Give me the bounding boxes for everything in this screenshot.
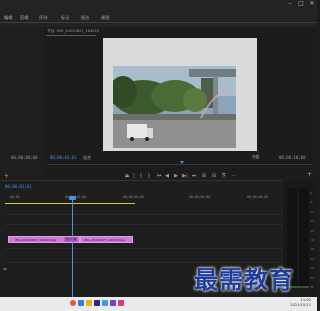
add-button-icon[interactable]: + [307,171,312,178]
menu-sequence[interactable]: 序列 [39,15,47,21]
ruler-tick: 00;00;06;00 [189,195,211,199]
transition-block[interactable]: 交叉溶解 [64,237,78,242]
track-divider [5,214,283,215]
watermark: 最需教育 [194,266,294,294]
tab-underline [46,35,96,36]
export-frame-icon[interactable]: ⎘ [221,173,227,179]
menu-markers[interactable]: 标记 [61,15,69,21]
clip-label: IMG_20220827_164532.jpg [84,238,126,242]
taskbar [0,297,317,311]
source-panel: 00;00;00;00 + [0,27,44,180]
step-forward-icon[interactable]: ▶| [182,173,188,179]
program-timecode[interactable]: 00;00;01;01 [50,155,77,160]
menu-view[interactable]: 视图 [101,15,109,21]
playhead-marker-icon[interactable] [180,161,184,164]
duration-timecode: 00;00;10;00 [279,155,306,160]
minimize-button[interactable]: – [285,0,295,8]
video-preview-image [113,66,236,148]
work-area-bar[interactable] [5,203,135,204]
app-icon[interactable] [110,300,116,306]
menu-divider [0,22,317,23]
add-icon[interactable]: + [4,173,9,180]
playhead-line[interactable] [72,197,73,297]
panel-divider [0,180,317,181]
premiere-icon[interactable] [94,300,100,306]
marker-icon[interactable]: ⏏ [124,173,130,179]
meter-channel [299,188,309,288]
fit-dropdown[interactable]: 适合 [83,155,91,161]
mini-timeline-bar[interactable] [47,164,312,165]
browser-icon[interactable] [78,300,84,306]
menu-clip[interactable]: 剪辑 [20,15,28,21]
mark-out-icon[interactable]: } [146,173,152,179]
resolution-dropdown[interactable]: 完整 [252,155,259,160]
ruler-tick: 00;00;04;00 [123,195,145,199]
extract-icon[interactable]: ⊟ [211,173,217,179]
step-back-icon[interactable]: ◀ [164,173,170,179]
more-icon[interactable]: ⋯ [231,173,237,179]
playhead-handle-icon[interactable] [69,196,76,200]
collapse-icon[interactable]: ◂▸ [3,266,7,271]
mark-in-icon[interactable]: { [138,173,144,179]
timeline-timecode[interactable]: 00;00;01;01 [5,184,32,189]
source-timecode: 00;00;00;00 [11,155,38,160]
track-divider [5,224,283,225]
clock[interactable]: 11:02 2021/10/11 [290,298,311,307]
folder-icon[interactable] [86,300,92,306]
go-to-in-icon[interactable]: ⏮ [156,173,162,179]
ruler-tick: 00;00 [10,195,20,199]
play-icon[interactable]: ▶ [173,173,179,179]
app-icon[interactable] [102,300,108,306]
close-button[interactable]: ✕ [307,0,317,8]
lift-icon[interactable]: ⊞ [201,173,207,179]
in-point-icon[interactable]: | [131,173,137,179]
go-to-out-icon[interactable]: ⏭ [191,173,197,179]
timeline-clip-2[interactable]: IMG_20220827_164532.jpg [80,236,133,243]
menu-edit[interactable]: 编辑 [4,15,12,21]
track-divider [5,248,283,249]
clip-label: IMG_20220827_164520.jpg [15,238,57,242]
app-icon[interactable] [118,300,124,306]
app-icon[interactable] [70,300,76,306]
menu-graphics[interactable]: 图形 [81,15,89,21]
program-tab[interactable]: 节目: IMG_20220827_164520 [47,29,99,34]
ruler-tick: 00;00;08;00 [247,195,269,199]
meter-scale: 0 -6 -12 -18 -24 -30 -36 -42 -48 -54 dB [310,192,315,290]
maximize-button[interactable]: □ [296,0,306,8]
